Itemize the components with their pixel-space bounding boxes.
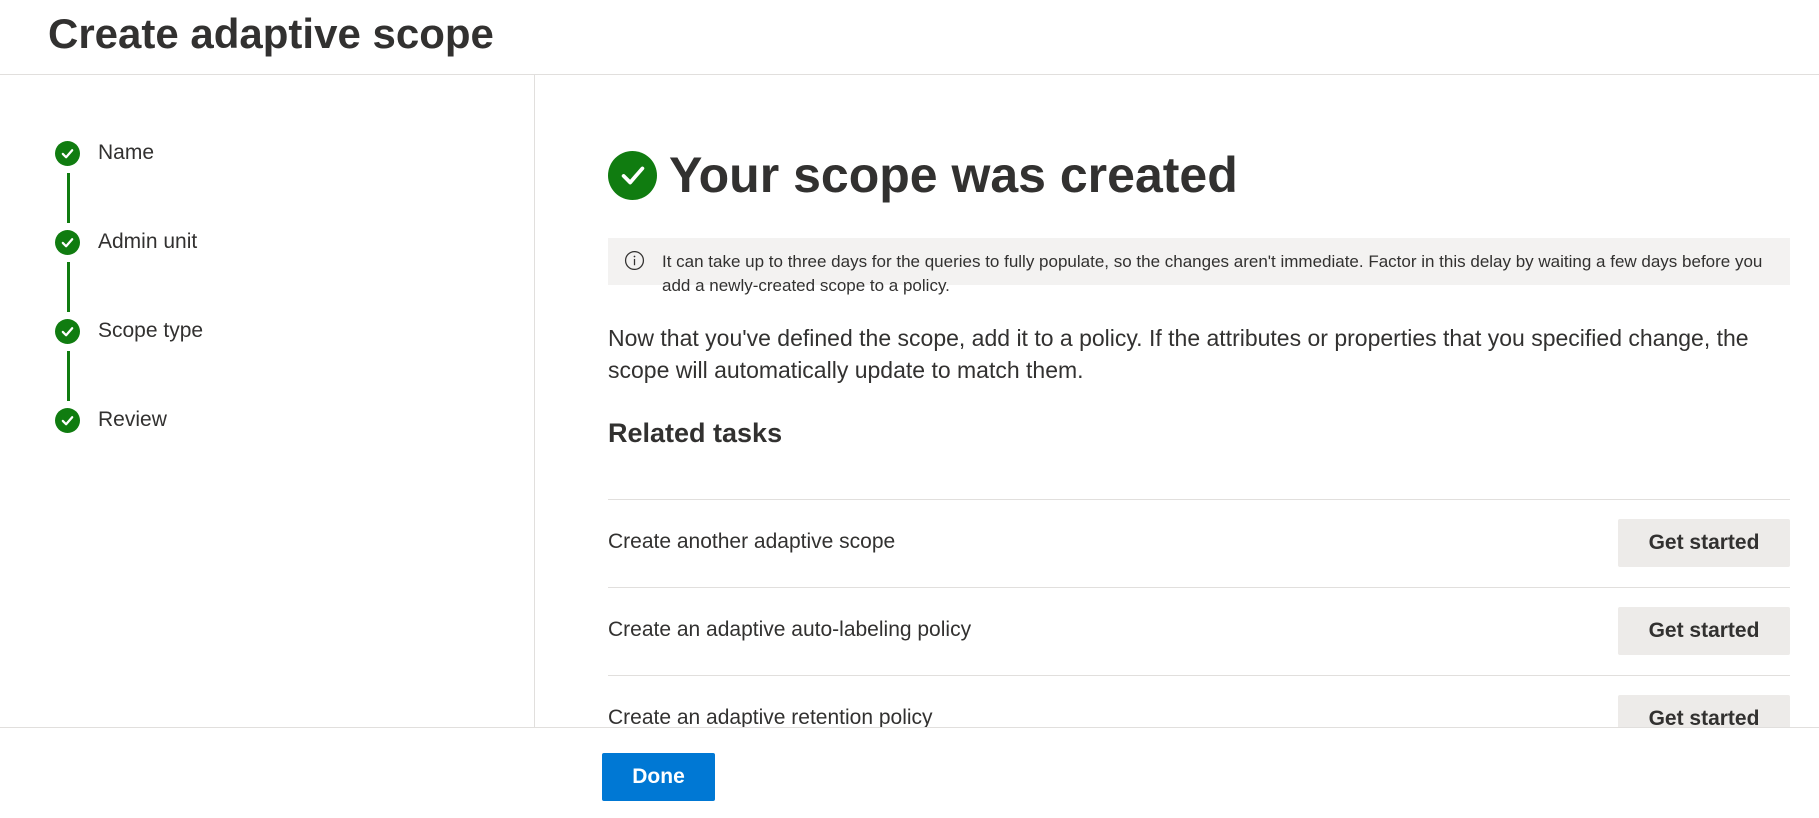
wizard-step-admin-unit[interactable]: Admin unit: [55, 229, 197, 255]
task-row: Create an adaptive retention policy Get …: [608, 675, 1790, 727]
task-row: Create an adaptive auto-labeling policy …: [608, 587, 1790, 675]
wizard-step-scope-type[interactable]: Scope type: [55, 318, 203, 344]
check-circle-icon: [55, 229, 80, 255]
info-message-text: It can take up to three days for the que…: [662, 252, 1763, 295]
wizard-step-name[interactable]: Name: [55, 140, 154, 166]
get-started-button[interactable]: Get started: [1618, 607, 1790, 655]
check-circle-icon: [55, 407, 80, 433]
main-content: Your scope was created It can take up to…: [535, 75, 1819, 727]
check-circle-icon: [55, 140, 80, 166]
page-header: Create adaptive scope: [0, 0, 1819, 75]
step-label: Scope type: [98, 319, 204, 342]
step-label: Name: [98, 141, 155, 164]
success-header: Your scope was created: [608, 145, 1238, 205]
done-button[interactable]: Done: [602, 753, 715, 801]
task-row: Create another adaptive scope Get starte…: [608, 499, 1790, 587]
wizard-steps-panel: Name Admin unit Scope type Review: [0, 75, 535, 727]
task-label: Create an adaptive retention policy: [608, 706, 933, 727]
check-circle-icon: [55, 318, 80, 344]
step-connector-line: [67, 173, 70, 223]
footer-bar: Done: [0, 727, 1819, 818]
get-started-button[interactable]: Get started: [1618, 695, 1790, 727]
get-started-button[interactable]: Get started: [1618, 519, 1790, 567]
step-connector-line: [67, 262, 70, 312]
related-tasks-list: Create another adaptive scope Get starte…: [608, 499, 1790, 727]
wizard-step-review[interactable]: Review: [55, 407, 167, 433]
step-connector-line: [67, 351, 70, 401]
page-title: Create adaptive scope: [48, 10, 494, 57]
info-icon: [624, 250, 645, 271]
step-label: Admin unit: [98, 230, 198, 253]
task-label: Create another adaptive scope: [608, 530, 896, 553]
info-message-bar: It can take up to three days for the que…: [608, 238, 1790, 295]
check-circle-icon: [608, 150, 657, 200]
step-label: Review: [98, 408, 167, 431]
related-tasks-heading: Related tasks: [608, 418, 783, 448]
success-title: Your scope was created: [669, 147, 1238, 203]
task-label: Create an adaptive auto-labeling policy: [608, 618, 972, 641]
description-text: Now that you've defined the scope, add i…: [608, 325, 1749, 383]
